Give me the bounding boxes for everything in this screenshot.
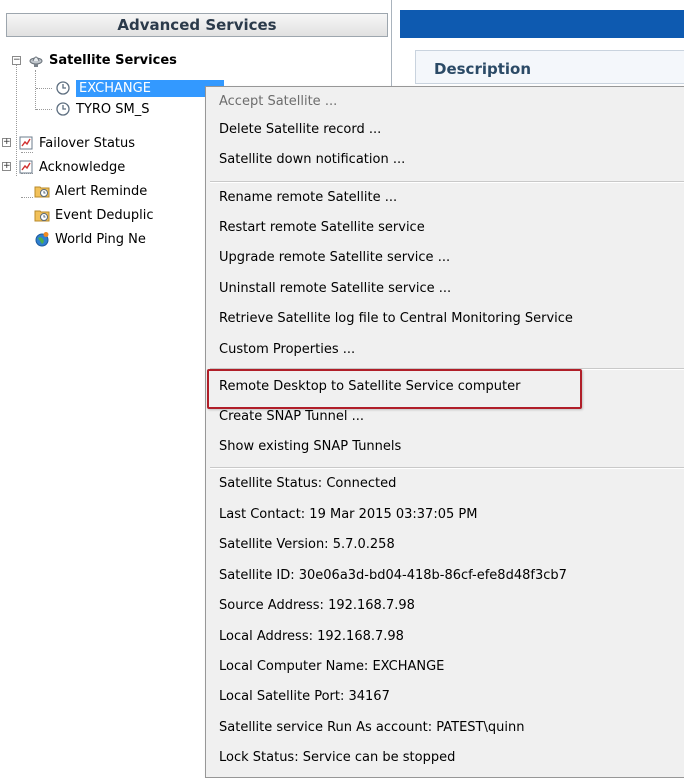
tree-item-label: Alert Reminde [55,183,148,199]
menu-item-create-snap-tunnel[interactable]: Create SNAP Tunnel ... [219,409,364,424]
folder-clock-icon [34,207,50,223]
info-run-as-account: Satellite service Run As account: PATEST… [219,720,525,735]
panel-header: Advanced Services [6,13,388,37]
details-banner [400,10,684,38]
info-local-address: Local Address: 192.168.7.98 [219,629,404,644]
info-source-address: Source Address: 192.168.7.98 [219,598,415,613]
info-satellite-id: Satellite ID: 30e06a3d-bd04-418b-86cf-ef… [219,568,567,583]
folder-clock-icon [34,183,50,199]
menu-item-uninstall-remote-satellite[interactable]: Uninstall remote Satellite service ... [219,281,451,296]
tree-item-acknowledge[interactable]: Acknowledge [18,156,125,178]
info-satellite-version: Satellite Version: 5.7.0.258 [219,537,395,552]
expand-toggle[interactable]: + [2,138,11,147]
tree-item-label: World Ping Ne [55,231,146,247]
report-icon [18,135,34,151]
menu-item-rename-remote-satellite[interactable]: Rename remote Satellite ... [219,190,397,205]
globe-icon [34,231,50,247]
menu-item-retrieve-satellite-log[interactable]: Retrieve Satellite log file to Central M… [219,311,573,326]
tree-item-label: Satellite Services [49,52,177,68]
tree-item-exchange[interactable]: EXCHANGE [55,77,224,99]
tree-item-event-deduplication[interactable]: Event Deduplic [34,204,154,226]
menu-item-delete-satellite-record[interactable]: Delete Satellite record ... [219,122,381,137]
clock-icon [55,101,71,117]
tree-item-label: Acknowledge [39,159,126,175]
menu-item-custom-properties[interactable]: Custom Properties ... [219,342,355,357]
clock-icon [55,80,71,96]
menu-item-show-snap-tunnels[interactable]: Show existing SNAP Tunnels [219,439,401,454]
info-local-satellite-port: Local Satellite Port: 34167 [219,689,390,704]
tree-item-label: TYRO SM_S [76,101,150,117]
tree-item-tyro[interactable]: TYRO SM_S [55,98,150,120]
report-icon [18,159,34,175]
tree-item-failover-status[interactable]: Failover Status [18,132,135,154]
satellite-icon [28,52,44,68]
expand-toggle[interactable]: + [2,162,11,171]
description-header: Description [415,50,684,84]
tree-item-label: Failover Status [39,135,136,151]
description-title: Description [434,60,532,78]
info-local-computer-name: Local Computer Name: EXCHANGE [219,659,445,674]
info-lock-status: Lock Status: Service can be stopped [219,750,456,765]
tree-item-label: Event Deduplic [55,207,154,223]
tree-item-satellite-services[interactable]: Satellite Services [28,49,177,71]
context-menu: Accept Satellite ... Delete Satellite re… [205,86,684,778]
menu-item-satellite-down-notification[interactable]: Satellite down notification ... [219,152,405,167]
menu-item-accept-satellite: Accept Satellite ... [219,94,338,109]
menu-item-upgrade-remote-satellite[interactable]: Upgrade remote Satellite service ... [219,250,450,265]
collapse-toggle[interactable]: − [12,56,21,65]
menu-item-remote-desktop[interactable]: Remote Desktop to Satellite Service comp… [219,379,520,394]
tree-item-world-ping[interactable]: World Ping Ne [34,228,146,250]
menu-item-restart-remote-satellite[interactable]: Restart remote Satellite service [219,220,425,235]
menu-separator [210,181,684,183]
tree-item-alert-reminder[interactable]: Alert Reminde [34,180,147,202]
tree-item-label: EXCHANGE [76,79,224,97]
info-last-contact: Last Contact: 19 Mar 2015 03:37:05 PM [219,507,478,522]
menu-separator [210,467,684,469]
info-satellite-status: Satellite Status: Connected [219,476,397,491]
